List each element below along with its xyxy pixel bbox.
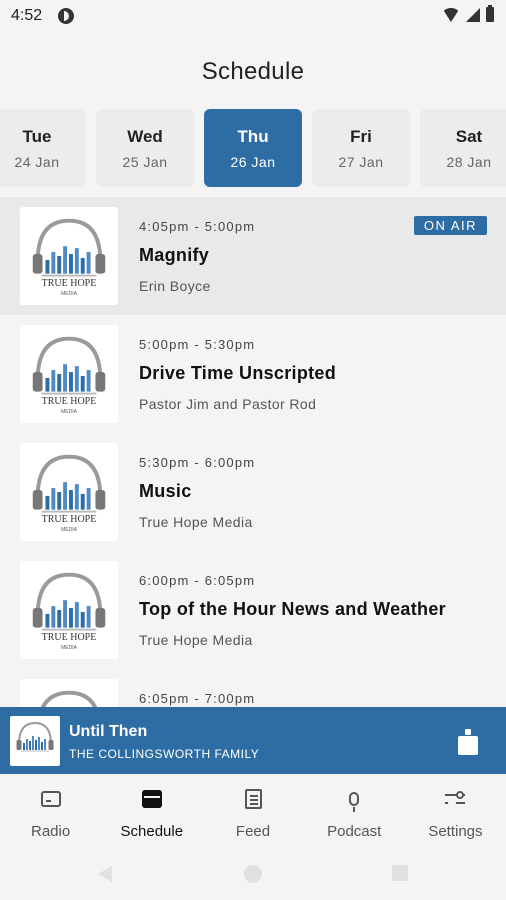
schedule-list[interactable]: TRUE HOPE MEDIA 4:05pm - 5:00pm Magnify …	[0, 197, 506, 707]
true-hope-media-logo: TRUE HOPE MEDIA	[20, 207, 118, 297]
show-time: 5:00pm - 5:30pm	[139, 337, 256, 352]
now-playing-title: Until Then	[69, 723, 148, 740]
day-chip-fri[interactable]: Fri 27 Jan	[312, 109, 410, 187]
day-name: Fri	[350, 126, 372, 146]
show-logo: TRUE HOPE MEDIA	[20, 325, 118, 423]
day-name: Sat	[455, 126, 483, 146]
cell-signal-icon	[466, 7, 480, 22]
back-icon[interactable]	[98, 866, 112, 882]
show-time: 6:05pm - 7:00pm	[139, 691, 256, 706]
day-chip-thu[interactable]: Thu 26 Jan	[204, 109, 302, 187]
day-name: Tue	[22, 126, 52, 146]
show-host: True Hope Media	[139, 632, 253, 648]
now-playing-bar[interactable]: Until Then THE COLLINGSWORTH FAMILY	[0, 707, 506, 774]
home-icon[interactable]	[244, 865, 262, 883]
battery-icon	[486, 5, 494, 22]
show-logo	[20, 679, 118, 707]
sliders-icon	[445, 791, 466, 807]
nav-label: Feed	[235, 823, 271, 840]
recents-icon[interactable]	[392, 865, 408, 881]
day-selector: Tue 24 Jan Wed 25 Jan Thu 26 Jan Fri 27 …	[0, 109, 506, 187]
schedule-item[interactable]: TRUE HOPE MEDIA 5:30pm - 6:00pm Music Tr…	[0, 433, 506, 551]
svg-text:TRUE HOPE: TRUE HOPE	[42, 278, 97, 289]
status-icons	[442, 5, 494, 22]
day-chip-sat[interactable]: Sat 28 Jan	[420, 109, 506, 187]
svg-text:TRUE HOPE: TRUE HOPE	[42, 514, 97, 525]
page-title: Schedule	[201, 58, 305, 85]
show-logo: TRUE HOPE MEDIA	[20, 207, 118, 305]
status-time: 4:52	[11, 7, 43, 24]
true-hope-media-logo	[10, 716, 60, 766]
nav-label: Settings	[428, 823, 483, 840]
radio-icon	[40, 791, 61, 807]
day-date: 24 Jan	[14, 153, 60, 170]
app-notification-icon	[58, 8, 74, 24]
schedule-item[interactable]: TRUE HOPE MEDIA 6:00pm - 6:05pm Top of t…	[0, 551, 506, 669]
true-hope-media-logo	[20, 679, 118, 707]
show-host: True Hope Media	[139, 514, 253, 530]
show-logo: TRUE HOPE MEDIA	[20, 443, 118, 541]
nav-podcast[interactable]: Podcast	[304, 774, 405, 850]
system-nav-bar	[0, 850, 506, 900]
day-date: 25 Jan	[122, 153, 168, 170]
svg-text:MEDIA: MEDIA	[61, 409, 78, 415]
status-bar: 4:52	[0, 0, 506, 32]
nav-settings[interactable]: Settings	[405, 774, 506, 850]
show-title: Magnify	[139, 245, 210, 265]
svg-text:TRUE HOPE: TRUE HOPE	[42, 396, 97, 407]
stop-icon	[465, 729, 471, 735]
svg-text:TRUE HOPE: TRUE HOPE	[42, 632, 97, 643]
show-host: Erin Boyce	[139, 278, 211, 294]
true-hope-media-logo: TRUE HOPE MEDIA	[20, 443, 118, 533]
calendar-icon	[141, 790, 162, 808]
day-date: 27 Jan	[338, 153, 384, 170]
day-name: Thu	[237, 126, 269, 146]
svg-text:MEDIA: MEDIA	[61, 291, 78, 297]
show-logo: TRUE HOPE MEDIA	[20, 561, 118, 659]
day-date: 28 Jan	[446, 153, 492, 170]
wifi-icon	[442, 7, 460, 22]
show-title: Music	[139, 481, 192, 501]
svg-text:MEDIA: MEDIA	[61, 645, 78, 651]
stop-button[interactable]	[458, 729, 478, 755]
nav-feed[interactable]: Feed	[202, 774, 303, 850]
schedule-item[interactable]: TRUE HOPE MEDIA 5:00pm - 5:30pm Drive Ti…	[0, 315, 506, 433]
show-title: Top of the Hour News and Weather	[139, 599, 446, 619]
now-playing-logo	[10, 716, 60, 766]
day-chip-tue[interactable]: Tue 24 Jan	[0, 109, 86, 187]
day-chip-wed[interactable]: Wed 25 Jan	[96, 109, 194, 187]
microphone-icon	[349, 792, 360, 812]
on-air-badge: ON AIR	[413, 216, 487, 235]
day-name: Wed	[127, 126, 163, 146]
true-hope-media-logo: TRUE HOPE MEDIA	[20, 325, 118, 415]
day-date: 26 Jan	[230, 153, 276, 170]
feed-icon	[244, 789, 262, 809]
show-time: 5:30pm - 6:00pm	[139, 455, 256, 470]
svg-text:MEDIA: MEDIA	[61, 527, 78, 533]
nav-label: Podcast	[327, 823, 382, 840]
nav-radio[interactable]: Radio	[0, 774, 101, 850]
nav-schedule[interactable]: Schedule	[101, 774, 202, 850]
nav-label: Radio	[31, 823, 71, 840]
now-playing-artist: THE COLLINGSWORTH FAMILY	[69, 747, 260, 761]
true-hope-media-logo: TRUE HOPE MEDIA	[20, 561, 118, 651]
show-time: 6:00pm - 6:05pm	[139, 573, 256, 588]
stop-icon	[458, 736, 478, 755]
show-host: Pastor Jim and Pastor Rod	[139, 396, 317, 412]
schedule-item[interactable]: 6:05pm - 7:00pm	[0, 669, 506, 707]
show-title: Drive Time Unscripted	[139, 363, 337, 383]
show-time: 4:05pm - 5:00pm	[139, 219, 256, 234]
bottom-nav: Radio Schedule Feed Podcast Settings	[0, 774, 506, 850]
nav-label: Schedule	[120, 823, 184, 840]
schedule-item[interactable]: TRUE HOPE MEDIA 4:05pm - 5:00pm Magnify …	[0, 197, 506, 315]
